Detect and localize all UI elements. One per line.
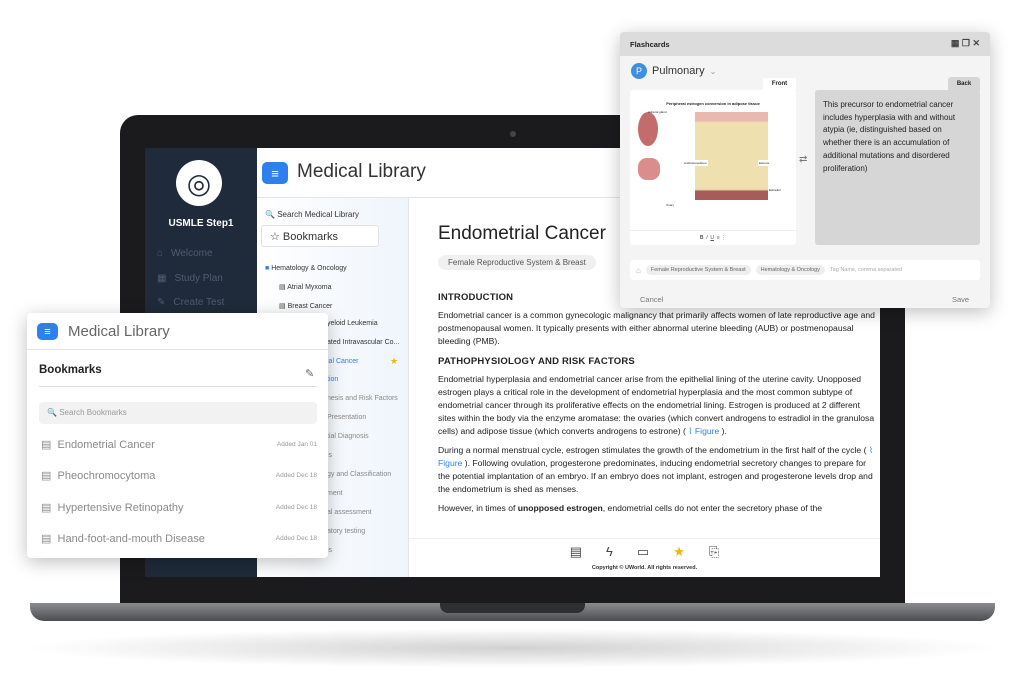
- search-icon: 🔍: [47, 408, 57, 417]
- ovary-illustration: [638, 158, 660, 180]
- home-icon: ⌂: [157, 248, 164, 259]
- page-title: Medical Library: [297, 161, 426, 182]
- paragraph: During a normal menstrual cycle, estroge…: [438, 445, 874, 494]
- edit-icon: ✎: [157, 297, 166, 308]
- laptop-notch: [440, 603, 585, 613]
- article-icon: ▤: [41, 439, 52, 451]
- folder-icon: ■: [265, 265, 270, 272]
- format-toolbar: B I U ≡ ⋮: [630, 230, 796, 241]
- paragraph: However, in times of unopposed estrogen,…: [438, 503, 823, 513]
- topic-chip[interactable]: Female Reproductive System & Breast: [438, 255, 596, 270]
- bookmarks-button[interactable]: ☆ Bookmarks: [261, 225, 379, 247]
- tag-icon: ⌂: [636, 265, 641, 275]
- flashcard-icon[interactable]: ϟ: [606, 544, 613, 559]
- label: Estrone: [758, 160, 771, 166]
- paragraph: Endometrial hyperplasia and endometrial …: [438, 374, 875, 436]
- sidebar-item-create-test[interactable]: ✎ Create Test: [157, 297, 224, 308]
- calendar-icon: ▦: [157, 273, 167, 284]
- uworld-logo: ◎: [176, 160, 222, 206]
- restore-icon[interactable]: ❐: [962, 38, 970, 48]
- italic-button[interactable]: I: [706, 235, 707, 241]
- pencil-icon[interactable]: ✎: [305, 367, 314, 380]
- camera: [510, 131, 516, 137]
- list-icon[interactable]: ≡: [717, 235, 720, 241]
- deck-selector[interactable]: P Pulmonary ⌄: [631, 63, 716, 79]
- folder-hematology[interactable]: ■ Hematology & Oncology: [265, 265, 347, 272]
- bottom-toolbar: ▤ ϟ ▭ ★ ⎘: [409, 538, 880, 564]
- bookmark-item[interactable]: ▤ Hand-foot-and-mouth Disease Added Dec 1…: [41, 532, 317, 546]
- search-library[interactable]: 🔍 Search Medical Library: [265, 210, 359, 219]
- figure-title: Peripheral estrogen conversion in adipos…: [666, 101, 760, 106]
- comment-icon[interactable]: ▭: [637, 544, 649, 560]
- tree-item[interactable]: nesis and Risk Factors: [327, 395, 398, 402]
- brand-label: USMLE Step1: [168, 218, 234, 229]
- sidebar-item-welcome[interactable]: ⌂ Welcome: [157, 248, 213, 259]
- bookmarks-panel: ≡ Medical Library Bookmarks ✎ 🔍 Search B…: [27, 313, 328, 558]
- tree-item[interactable]: gy and Classification: [327, 471, 391, 478]
- label: Estradiol: [768, 187, 782, 193]
- underline-button[interactable]: U: [710, 235, 714, 241]
- chart-icon: ⌇: [688, 426, 693, 436]
- tree-item[interactable]: ▤ Atrial Myxoma: [279, 283, 332, 291]
- bookmark-item[interactable]: ▤ Hypertensive Retinopathy Added Dec 18: [41, 501, 317, 515]
- cancel-button[interactable]: Cancel: [640, 295, 663, 304]
- menu-button[interactable]: ≡: [262, 162, 288, 184]
- search-bookmarks-input[interactable]: 🔍 Search Bookmarks: [39, 402, 317, 424]
- article-icon: ▤: [41, 470, 52, 482]
- tag[interactable]: Hematology & Oncology: [755, 265, 825, 275]
- bold-button[interactable]: B: [700, 235, 704, 241]
- tree-item[interactable]: tion: [327, 376, 338, 383]
- tree-item[interactable]: ated Intravascular Co...: [327, 339, 399, 346]
- article-icon: ▤: [41, 533, 52, 545]
- bullet-list-icon[interactable]: ⋮: [721, 235, 726, 241]
- sidebar-item-study-plan[interactable]: ▦ Study Plan: [157, 273, 223, 284]
- bookmark-item[interactable]: ▤ Endometrial Cancer Added Jan 01: [41, 438, 317, 452]
- flashcards-window: Flashcards ▦ ❐ ✕ P Pulmonary ⌄ Front Per…: [620, 32, 990, 308]
- menu-button[interactable]: ≡: [37, 323, 58, 340]
- notebook-icon[interactable]: ▤: [570, 544, 582, 560]
- grid-icon[interactable]: ▦: [951, 38, 960, 48]
- tree-item[interactable]: ▤ Breast Cancer: [279, 302, 332, 310]
- flip-icon[interactable]: ⇄: [799, 154, 807, 165]
- tree-item[interactable]: al assessment: [327, 509, 372, 516]
- save-button[interactable]: Save: [952, 295, 969, 304]
- tag-input[interactable]: ⌂ Female Reproductive System & Breast He…: [630, 260, 980, 280]
- flashcards-titlebar: Flashcards ▦ ❐ ✕: [620, 32, 990, 56]
- front-tab[interactable]: Front: [763, 78, 796, 90]
- label: Androstenedione: [683, 160, 708, 166]
- section-heading: PATHOPHYSIOLOGY AND RISK FACTORS: [438, 356, 635, 367]
- tree-item[interactable]: yeloid Leukemia: [327, 320, 378, 327]
- divider: [39, 386, 317, 387]
- figure-link[interactable]: ⌇ Figure: [688, 426, 719, 436]
- laptop-shadow: [20, 628, 1005, 668]
- tree-item-active[interactable]: ial Cancer: [327, 358, 359, 365]
- deck-avatar: P: [631, 63, 647, 79]
- tree-item[interactable]: Presentation: [327, 414, 366, 421]
- chart-icon: ⌇: [868, 445, 874, 455]
- tag[interactable]: Female Reproductive System & Breast: [645, 265, 751, 275]
- bookmarks-title: Bookmarks: [39, 364, 102, 376]
- chevron-down-icon: ⌄: [709, 66, 717, 76]
- tree-item[interactable]: ment: [327, 490, 343, 497]
- tree-item[interactable]: atory testing: [327, 528, 365, 535]
- article-icon: ▤: [41, 502, 52, 514]
- label: Adrenal gland: [648, 110, 667, 114]
- search-document-icon[interactable]: ⎘: [709, 544, 719, 560]
- kidney-illustration: [638, 112, 658, 146]
- back-tab[interactable]: Back: [948, 77, 980, 91]
- panel-title: Medical Library: [68, 323, 170, 340]
- paragraph: Endometrial cancer is a common gynecolog…: [438, 310, 875, 346]
- divider: [27, 349, 328, 350]
- copyright: Copyright © UWorld. All rights reserved.: [591, 565, 698, 571]
- card-back[interactable]: This precursor to endometrial cancer inc…: [815, 90, 980, 245]
- tree-item[interactable]: tial Diagnosis: [327, 433, 369, 440]
- label: Ovary: [666, 203, 675, 207]
- card-front[interactable]: Peripheral estrogen conversion in adipos…: [630, 90, 796, 245]
- adipose-illustration: [695, 112, 768, 200]
- bookmark-item[interactable]: ▤ Pheochromocytoma Added Dec 18: [41, 469, 317, 483]
- star-icon: ★: [390, 356, 399, 366]
- star-icon[interactable]: ★: [673, 544, 685, 560]
- close-icon[interactable]: ✕: [972, 38, 980, 48]
